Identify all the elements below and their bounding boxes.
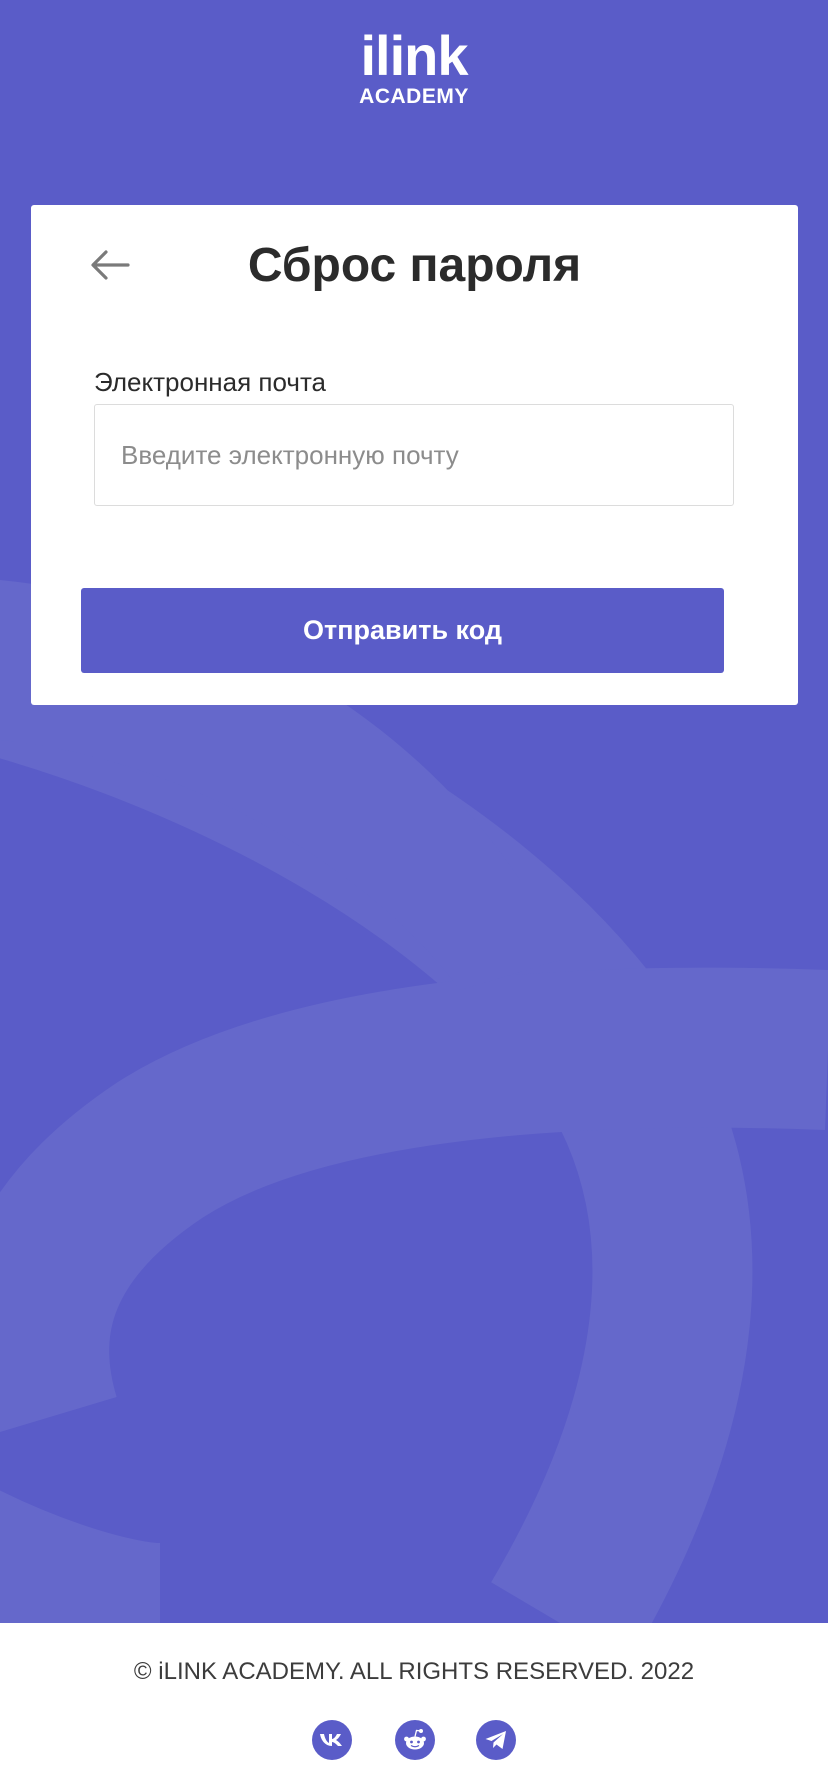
footer: [0, 1623, 828, 1792]
vk-link[interactable]: [312, 1720, 352, 1760]
email-field[interactable]: [94, 404, 734, 506]
email-label: Электронная почта: [94, 367, 327, 397]
logo: ilink ACADEMY: [0, 24, 828, 108]
telegram-icon: [485, 1731, 506, 1749]
reddit-icon: [404, 1729, 426, 1750]
logo-subtitle: ACADEMY: [359, 85, 469, 108]
reddit-link[interactable]: [395, 1720, 435, 1760]
telegram-link[interactable]: [476, 1720, 516, 1760]
copyright-text: © iLINK ACADEMY. ALL RIGHTS RESERVED. 20…: [133, 1658, 695, 1685]
send-code-button[interactable]: Отправить код: [81, 588, 724, 673]
page-title: Сброс пароля: [247, 239, 582, 292]
vk-icon: [320, 1734, 342, 1746]
logo-wordmark: ilink: [360, 24, 468, 87]
